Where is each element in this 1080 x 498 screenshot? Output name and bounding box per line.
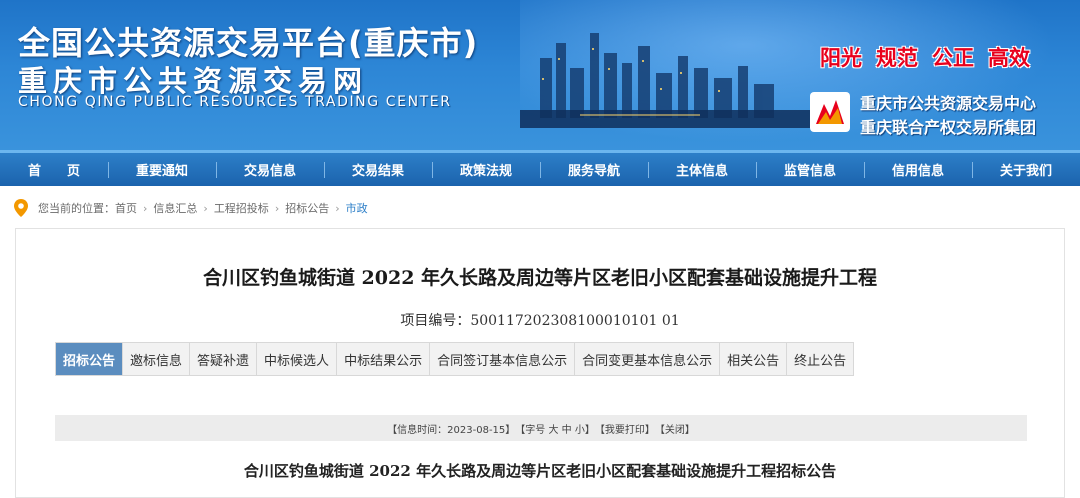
tab-contract-signing[interactable]: 合同签订基本信息公示 bbox=[430, 343, 576, 375]
breadcrumb-separator: › bbox=[274, 201, 280, 215]
info-time: 【信息时间：2023-08-15】 bbox=[387, 424, 516, 436]
nav-item-home[interactable]: 首 页 bbox=[0, 153, 108, 186]
location-pin-icon bbox=[14, 199, 28, 217]
nav-item-credit[interactable]: 信用信息 bbox=[864, 153, 972, 186]
org-name-secondary: 重庆联合产权交易所集团 bbox=[860, 118, 1037, 137]
notice-tabs: 招标公告 邀标信息 答疑补遗 中标候选人 中标结果公示 合同签订基本信息公示 合… bbox=[55, 342, 855, 376]
info-bar: 【信息时间：2023-08-15】 【字号 大 中 小】 【我要打印】 【关闭】 bbox=[55, 415, 1027, 441]
breadcrumb-home[interactable]: 首页 bbox=[115, 200, 137, 216]
header-banner: 全国公共资源交易平台(重庆市) 重庆市公共资源交易网 CHONG QING PU… bbox=[0, 0, 1080, 150]
font-size-medium-button[interactable]: 中 bbox=[562, 421, 572, 436]
breadcrumb-tender-notice[interactable]: 招标公告 bbox=[285, 200, 329, 216]
slogan-word: 高效 bbox=[988, 46, 1030, 70]
project-number-value: 500117202308100010101 01 bbox=[470, 313, 680, 329]
breadcrumb-current: 市政 bbox=[345, 202, 368, 215]
nav-item-about[interactable]: 关于我们 bbox=[972, 153, 1080, 186]
nav-item-trade-results[interactable]: 交易结果 bbox=[324, 153, 432, 186]
site-title-english: CHONG QING PUBLIC RESOURCES TRADING CENT… bbox=[18, 94, 452, 110]
tab-related-notices[interactable]: 相关公告 bbox=[720, 343, 788, 375]
document-title: 合川区钓鱼城街道 2022 年久长路及周边等片区老旧小区配套基础设施提升工程 bbox=[202, 267, 878, 289]
org-name-primary: 重庆市公共资源交易中心 bbox=[860, 94, 1037, 113]
close-button[interactable]: 【关闭】 bbox=[655, 421, 695, 436]
breadcrumb-summary[interactable]: 信息汇总 bbox=[153, 200, 197, 216]
nav-item-trade-info[interactable]: 交易信息 bbox=[216, 153, 324, 186]
slogan-word: 规范 bbox=[876, 46, 918, 70]
nav-item-service-guide[interactable]: 服务导航 bbox=[540, 153, 648, 186]
project-number: 项目编号：500117202308100010101 01 bbox=[0, 310, 1080, 330]
announcement-title: 合川区钓鱼城街道 2022 年久长路及周边等片区老旧小区配套基础设施提升工程招标… bbox=[243, 462, 837, 480]
tab-termination-notice[interactable]: 终止公告 bbox=[787, 343, 854, 375]
tab-winning-result[interactable]: 中标结果公示 bbox=[337, 343, 431, 375]
tab-winning-candidates[interactable]: 中标候选人 bbox=[257, 343, 338, 375]
tab-contract-change[interactable]: 合同变更基本信息公示 bbox=[575, 343, 721, 375]
tab-invitation-info[interactable]: 邀标信息 bbox=[123, 343, 191, 375]
tab-qa-supplement[interactable]: 答疑补遗 bbox=[190, 343, 258, 375]
nav-item-supervision[interactable]: 监管信息 bbox=[756, 153, 864, 186]
slogan-word: 阳光 bbox=[820, 46, 862, 70]
breadcrumb-separator: › bbox=[143, 201, 148, 215]
project-number-label: 项目编号： bbox=[400, 313, 471, 329]
nav-item-entity-info[interactable]: 主体信息 bbox=[648, 153, 756, 186]
print-button[interactable]: 【我要打印】 bbox=[595, 421, 655, 436]
font-size-large-button[interactable]: 大 bbox=[548, 421, 558, 436]
city-skyline-image bbox=[520, 33, 820, 128]
nav-item-policy[interactable]: 政策法规 bbox=[432, 153, 540, 186]
breadcrumb-prefix: 您当前的位置： bbox=[38, 202, 115, 215]
tab-tender-notice[interactable]: 招标公告 bbox=[56, 343, 124, 375]
breadcrumb: 您当前的位置： 首页 › 信息汇总 › 工程招投标 › 招标公告 › 市政 bbox=[14, 196, 368, 220]
breadcrumb-engineering[interactable]: 工程招投标 bbox=[214, 200, 269, 216]
breadcrumb-separator: › bbox=[335, 201, 340, 215]
nav-item-notices[interactable]: 重要通知 bbox=[108, 153, 216, 186]
slogan-word: 公正 bbox=[932, 46, 974, 70]
font-size-small-button[interactable]: 小】 bbox=[575, 421, 595, 436]
breadcrumb-separator: › bbox=[203, 201, 208, 215]
slogan-group: 阳光 规范 公正 高效 bbox=[820, 42, 1030, 72]
org-logo-icon bbox=[810, 92, 850, 132]
main-nav: 首 页 重要通知 交易信息 交易结果 政策法规 服务导航 主体信息 监管信息 信… bbox=[0, 150, 1080, 186]
font-size-label: 【字号 bbox=[515, 424, 546, 436]
